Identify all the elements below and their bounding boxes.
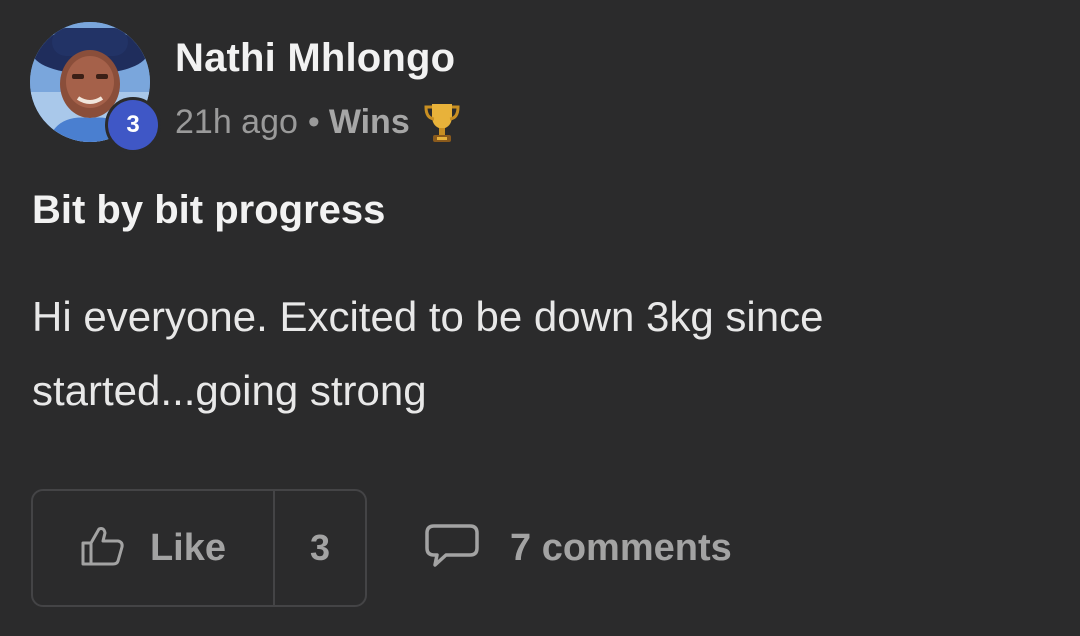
level-badge: 3 — [105, 97, 161, 153]
post-card: 3 Nathi Mhlongo 21h ago • Wins Bit by bi… — [0, 0, 1080, 636]
author-name[interactable]: Nathi Mhlongo — [175, 36, 455, 81]
like-label: Like — [149, 526, 227, 569]
category-label[interactable]: Wins — [329, 103, 410, 142]
like-count[interactable]: 3 — [275, 491, 365, 605]
avatar-container[interactable]: 3 — [30, 22, 161, 153]
post-meta: 21h ago • Wins — [175, 100, 460, 144]
like-button[interactable]: Like — [33, 491, 275, 605]
post-body: Hi everyone. Excited to be down 3kg sinc… — [32, 293, 824, 414]
post-time[interactable]: 21h ago — [175, 103, 298, 142]
comments-button[interactable]: 7 comments — [424, 520, 732, 576]
thumbs-up-icon — [80, 525, 126, 572]
comment-icon — [424, 522, 480, 575]
trophy-icon — [424, 100, 460, 144]
post-title: Bit by bit progress — [32, 188, 386, 232]
like-group: Like 3 — [31, 489, 367, 607]
meta-separator: • — [307, 102, 320, 141]
comments-label: 7 comments — [510, 526, 732, 569]
